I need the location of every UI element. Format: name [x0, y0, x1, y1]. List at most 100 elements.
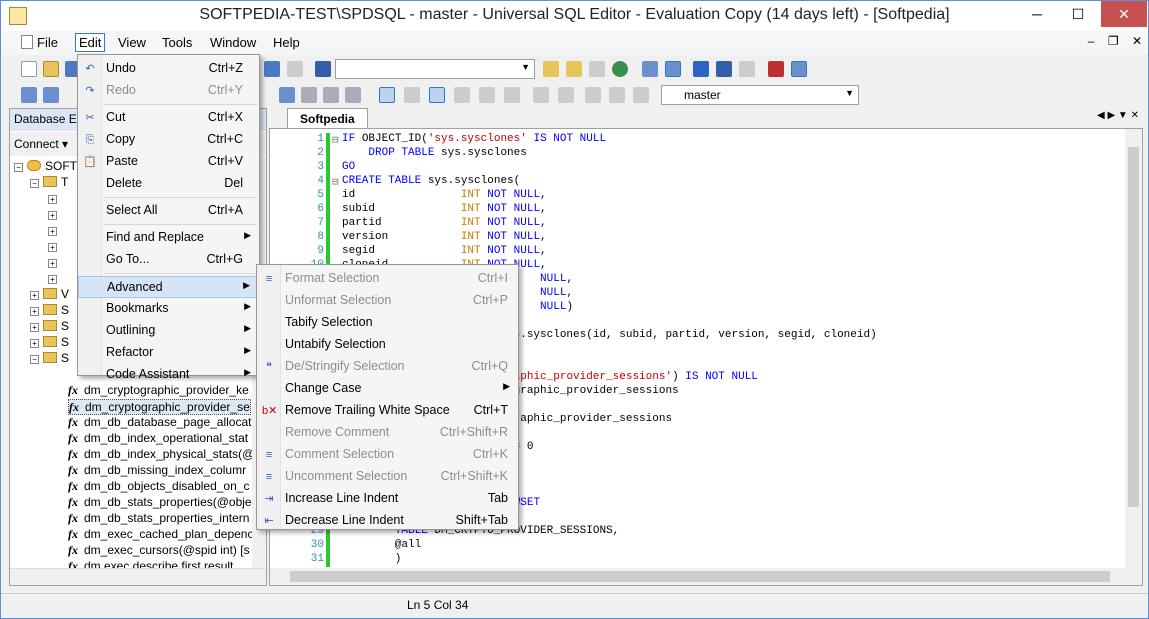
- tab-scroll-left-icon[interactable]: ◀: [1097, 110, 1105, 121]
- menu-item-find-and-replace[interactable]: Find and Replace ▶: [78, 227, 259, 249]
- menu-file[interactable]: File: [21, 35, 58, 50]
- menu-item-undo[interactable]: ↶ Undo Ctrl+Z: [78, 58, 259, 80]
- tabify-icon[interactable]: [323, 87, 339, 103]
- toolbar-print-icon[interactable]: [264, 61, 280, 77]
- database-combo[interactable]: master ▼: [661, 85, 859, 105]
- tree-node[interactable]: +: [48, 191, 61, 207]
- menu-item-change-case[interactable]: Change Case ▶: [257, 378, 518, 400]
- tree-folder[interactable]: + S: [30, 335, 69, 351]
- stop-icon[interactable]: [739, 61, 755, 77]
- menu-item-advanced[interactable]: Advanced ▶: [78, 276, 259, 298]
- fold-icon[interactable]: ⊟: [332, 133, 340, 147]
- menu-item-go-to[interactable]: Go To... Ctrl+G: [78, 249, 259, 271]
- tree-function-item[interactable]: fx dm_db_stats_properties_intern: [68, 511, 249, 527]
- menu-item-decrease-line-indent[interactable]: ⇤ Decrease Line Indent Shift+Tab: [257, 510, 518, 532]
- editor-vertical-scrollbar[interactable]: [1125, 129, 1142, 569]
- unformat-code-icon[interactable]: [301, 87, 317, 103]
- tree-node[interactable]: +: [48, 271, 61, 287]
- check-sql-icon[interactable]: [693, 61, 709, 77]
- menu-view[interactable]: View: [118, 35, 146, 50]
- mdi-minimize-button[interactable]: –: [1088, 34, 1095, 48]
- tree-function-item[interactable]: fx dm_db_index_physical_stats(@: [68, 447, 254, 463]
- results-icon[interactable]: [642, 61, 658, 77]
- grid-icon[interactable]: [589, 61, 605, 77]
- maximize-button[interactable]: ☐: [1058, 1, 1098, 27]
- tree-folder[interactable]: + S: [30, 303, 69, 319]
- tree-horizontal-scrollbar[interactable]: [10, 568, 266, 585]
- equals-icon[interactable]: [504, 87, 520, 103]
- menu-item-refactor[interactable]: Refactor ▶: [78, 342, 259, 364]
- mdi-restore-button[interactable]: ❐: [1108, 34, 1119, 48]
- execute-icon[interactable]: [716, 61, 732, 77]
- columns-icon[interactable]: [479, 87, 495, 103]
- print-preview-icon[interactable]: [287, 61, 303, 77]
- cancel-icon[interactable]: [768, 61, 784, 77]
- menu-item-delete[interactable]: Delete Del: [78, 173, 259, 195]
- toolbar-icon-a[interactable]: [21, 87, 37, 103]
- sort-desc-icon[interactable]: [558, 87, 574, 103]
- tree-node[interactable]: +: [48, 207, 61, 223]
- menu-item-bookmarks[interactable]: Bookmarks ▶: [78, 298, 259, 320]
- tab-list-icon[interactable]: ▼: [1118, 110, 1128, 121]
- open-folder-icon[interactable]: [43, 61, 59, 77]
- tree-function-item[interactable]: fx dm_db_missing_index_columr: [68, 463, 246, 479]
- scroll-thumb[interactable]: [1128, 147, 1139, 507]
- tab-scroll-right-icon[interactable]: ▶: [1107, 110, 1115, 121]
- table-icon[interactable]: [454, 87, 470, 103]
- db-icon[interactable]: [543, 61, 559, 77]
- menu-item-code-assistant[interactable]: Code Assistant ▶: [78, 364, 259, 386]
- menu-item-unformat-selection[interactable]: Unformat Selection Ctrl+P: [257, 290, 518, 312]
- tab-close-icon[interactable]: ✕: [1131, 110, 1139, 121]
- filter-icon[interactable]: [429, 87, 445, 103]
- tree-node[interactable]: +: [48, 239, 61, 255]
- tree-function-item[interactable]: fx dm_db_stats_properties(@obje: [68, 495, 252, 511]
- refresh-icon[interactable]: [612, 61, 628, 77]
- new-file-icon[interactable]: [21, 61, 37, 77]
- menu-help[interactable]: Help: [273, 35, 300, 50]
- tree-folder[interactable]: − T: [30, 175, 68, 191]
- mdi-close-button[interactable]: ✕: [1132, 34, 1142, 48]
- sort-asc-icon[interactable]: [533, 87, 549, 103]
- scroll-thumb[interactable]: [290, 571, 1110, 582]
- menu-item-uncomment-selection[interactable]: ≡ Uncomment Selection Ctrl+Shift+K: [257, 466, 518, 488]
- tree-node[interactable]: +: [48, 223, 61, 239]
- untabify-icon[interactable]: [345, 87, 361, 103]
- tree-folder[interactable]: + V: [30, 287, 69, 303]
- editor-horizontal-scrollbar[interactable]: [270, 568, 1142, 585]
- menu-item-de-stringify-selection[interactable]: ❝ De/Stringify Selection Ctrl+Q: [257, 356, 518, 378]
- menu-item-redo[interactable]: ↷ Redo Ctrl+Y: [78, 80, 259, 102]
- minimize-button[interactable]: ─: [1017, 1, 1057, 27]
- tree-node[interactable]: +: [48, 255, 61, 271]
- tree-function-item-selected[interactable]: fx dm_cryptographic_provider_se: [68, 399, 251, 415]
- menu-window[interactable]: Window: [210, 35, 256, 50]
- menu-item-copy[interactable]: ⎘ Copy Ctrl+C: [78, 129, 259, 151]
- tab-softpedia[interactable]: Softpedia: [287, 108, 368, 128]
- menu-item-format-selection[interactable]: ≡ Format Selection Ctrl+I: [257, 268, 518, 290]
- close-button[interactable]: ✕: [1101, 1, 1147, 27]
- menu-item-untabify-selection[interactable]: Untabify Selection: [257, 334, 518, 356]
- tree-function-item[interactable]: fx dm_db_objects_disabled_on_c: [68, 479, 249, 495]
- menu-item-tabify-selection[interactable]: Tabify Selection: [257, 312, 518, 334]
- view-list-icon[interactable]: [404, 87, 420, 103]
- menu-item-remove-comment[interactable]: Remove Comment Ctrl+Shift+R: [257, 422, 518, 444]
- db-open-icon[interactable]: [566, 61, 582, 77]
- options-icon[interactable]: [791, 61, 807, 77]
- tree-folder[interactable]: + S: [30, 319, 69, 335]
- fold-icon[interactable]: ⊟: [332, 175, 340, 189]
- outdent-icon[interactable]: [609, 87, 625, 103]
- tree-function-item[interactable]: fx dm_exec_cursors(@spid int) [s: [68, 543, 250, 559]
- comment-icon[interactable]: [633, 87, 649, 103]
- menu-edit[interactable]: Edit: [75, 33, 106, 52]
- menu-item-cut[interactable]: ✂ Cut Ctrl+X: [78, 107, 259, 129]
- tree-root[interactable]: − SOFT: [14, 159, 77, 175]
- tree-folder[interactable]: − S: [30, 351, 69, 367]
- results-grid-icon[interactable]: [665, 61, 681, 77]
- find-combo[interactable]: ▼: [335, 59, 535, 79]
- tree-function-item[interactable]: fx dm_db_index_operational_stat: [68, 431, 248, 447]
- indent-icon[interactable]: [585, 87, 601, 103]
- menu-item-remove-trailing-white-space[interactable]: b✕ Remove Trailing White Space Ctrl+T: [257, 400, 518, 422]
- menu-item-outlining[interactable]: Outlining ▶: [78, 320, 259, 342]
- menu-tools[interactable]: Tools: [162, 35, 192, 50]
- find-binoculars-icon[interactable]: [315, 61, 331, 77]
- tree-function-item[interactable]: fx dm_db_database_page_allocat: [68, 415, 251, 431]
